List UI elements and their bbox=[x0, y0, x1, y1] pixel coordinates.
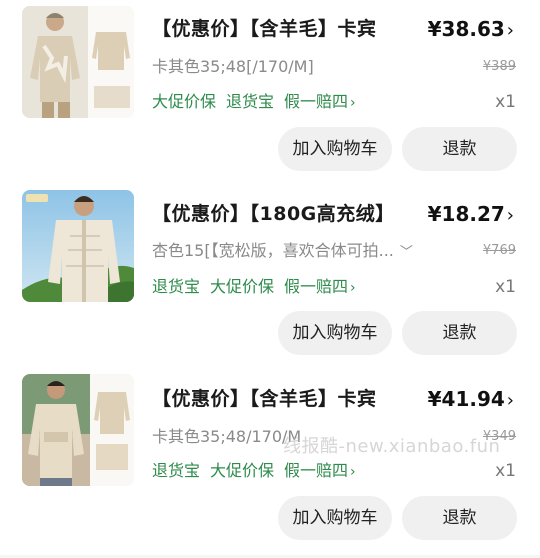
add-to-cart-button[interactable]: 加入购物车 bbox=[278, 311, 392, 355]
original-price: ¥769 bbox=[482, 243, 516, 258]
product-image-sweater-icon bbox=[22, 6, 134, 118]
refund-button[interactable]: 退款 bbox=[402, 496, 517, 540]
refund-button[interactable]: 退款 bbox=[402, 127, 517, 171]
list-item[interactable]: 【优惠价】【含羊毛】卡宾 ¥38.63 › 卡其色35;48[/170/M] ¥3… bbox=[0, 0, 540, 185]
tag-price-protect: 大促价保 bbox=[152, 92, 217, 111]
chevron-right-icon: › bbox=[350, 280, 356, 296]
price-value: ¥38.63 bbox=[427, 17, 505, 41]
order-item-list: 【优惠价】【含羊毛】卡宾 ¥38.63 › 卡其色35;48[/170/M] ¥3… bbox=[0, 0, 540, 558]
product-thumbnail[interactable] bbox=[22, 6, 134, 118]
product-thumbnail[interactable] bbox=[22, 190, 134, 302]
tag-return-insurance: 退货宝 bbox=[152, 277, 201, 296]
tag-fake-compensation: 假一赔四 bbox=[284, 461, 349, 480]
product-spec[interactable]: 杏色15[【宽松版，喜欢合体可拍... ﹀ bbox=[152, 237, 413, 265]
chevron-right-icon: › bbox=[506, 390, 514, 411]
product-title[interactable]: 【优惠价】【含羊毛】卡宾 bbox=[152, 12, 377, 46]
add-to-cart-button[interactable]: 加入购物车 bbox=[278, 496, 392, 540]
service-tags[interactable]: 退货宝 大促价保 假一赔四 › bbox=[152, 273, 366, 301]
chevron-right-icon: › bbox=[506, 20, 514, 41]
chevron-right-icon: › bbox=[506, 205, 514, 226]
product-title[interactable]: 【优惠价】【180G高充绒】 bbox=[152, 197, 395, 231]
tag-price-protect: 大促价保 bbox=[210, 461, 275, 480]
refund-button[interactable]: 退款 bbox=[402, 311, 517, 355]
product-thumbnail[interactable] bbox=[22, 374, 134, 486]
tag-return-insurance: 退货宝 bbox=[152, 461, 201, 480]
tag-fake-compensation: 假一赔四 bbox=[284, 277, 349, 296]
watermark: 线报酷-new.xianbao.fun bbox=[283, 436, 501, 457]
price-value: ¥18.27 bbox=[427, 202, 505, 226]
quantity: x1 bbox=[495, 92, 516, 112]
product-image-down-jacket-icon bbox=[22, 190, 134, 302]
product-image-sweater-icon bbox=[22, 374, 134, 486]
chevron-right-icon: › bbox=[350, 464, 356, 480]
product-price[interactable]: ¥38.63 › bbox=[428, 12, 514, 46]
service-tags[interactable]: 大促价保 退货宝 假一赔四 › bbox=[152, 88, 366, 116]
tag-price-protect: 大促价保 bbox=[210, 277, 275, 296]
quantity: x1 bbox=[495, 461, 516, 481]
product-title[interactable]: 【优惠价】【含羊毛】卡宾 bbox=[152, 382, 377, 416]
chevron-down-icon: ﹀ bbox=[399, 245, 413, 260]
tag-return-insurance: 退货宝 bbox=[226, 92, 275, 111]
product-price[interactable]: ¥18.27 › bbox=[428, 197, 514, 231]
spec-text: 杏色15[【宽松版，喜欢合体可拍... bbox=[152, 241, 394, 260]
tag-fake-compensation: 假一赔四 bbox=[284, 92, 349, 111]
original-price: ¥389 bbox=[482, 59, 516, 74]
product-price[interactable]: ¥41.94 › bbox=[428, 382, 514, 416]
service-tags[interactable]: 退货宝 大促价保 假一赔四 › bbox=[152, 457, 366, 485]
price-value: ¥41.94 bbox=[427, 387, 505, 411]
chevron-right-icon: › bbox=[350, 95, 356, 111]
product-spec[interactable]: 卡其色35;48/170/M bbox=[152, 423, 301, 451]
product-spec[interactable]: 卡其色35;48[/170/M] bbox=[152, 53, 314, 81]
quantity: x1 bbox=[495, 277, 516, 297]
list-item[interactable]: 【优惠价】【180G高充绒】 ¥18.27 › 杏色15[【宽松版，喜欢合体可拍.… bbox=[0, 185, 540, 370]
list-item[interactable]: 【优惠价】【含羊毛】卡宾 ¥41.94 › 卡其色35;48/170/M ¥349… bbox=[0, 370, 540, 555]
add-to-cart-button[interactable]: 加入购物车 bbox=[278, 127, 392, 171]
